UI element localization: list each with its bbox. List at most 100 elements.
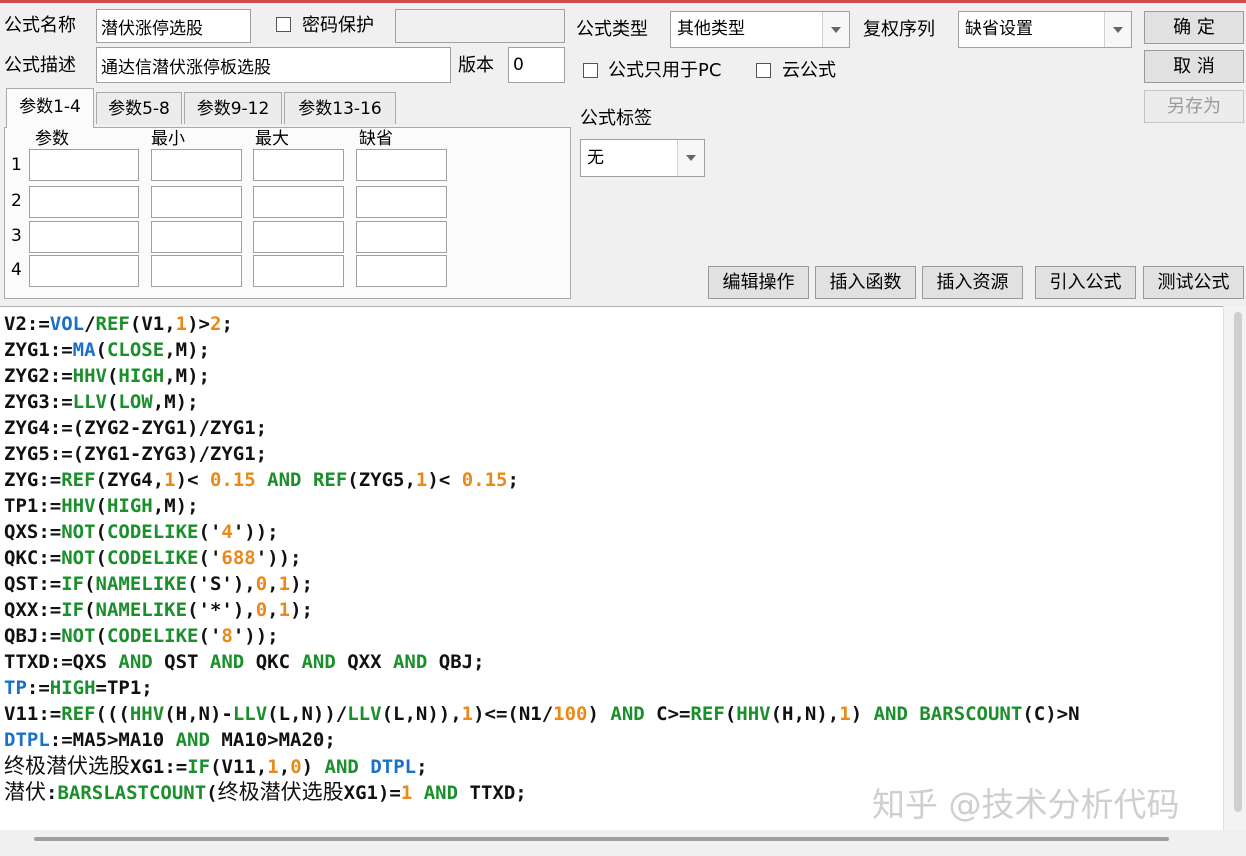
- tab-params-9-12[interactable]: 参数9-12: [184, 92, 282, 124]
- formula-desc-input[interactable]: [96, 47, 451, 83]
- code-token: AND: [118, 651, 153, 673]
- code-token: (V11,: [210, 756, 268, 778]
- chevron-down-icon[interactable]: [677, 140, 704, 176]
- code-line[interactable]: QBJ:=NOT(CODELIKE('8'));: [4, 623, 1080, 649]
- param-2-default[interactable]: [356, 186, 447, 218]
- param-3-name[interactable]: [29, 221, 139, 253]
- code-line[interactable]: 终极潜伏选股XG1:=IF(V11,1,0) AND DTPL;: [4, 753, 1080, 779]
- param-4-min[interactable]: [151, 255, 242, 287]
- code-line[interactable]: ZYG3:=LLV(LOW,M);: [4, 389, 1080, 415]
- code-line[interactable]: DTPL:=MA5>MA10 AND MA10>MA20;: [4, 727, 1080, 753]
- code-line[interactable]: QKC:=NOT(CODELIKE('688'));: [4, 545, 1080, 571]
- param-3-max[interactable]: [253, 221, 344, 253]
- code-token: HHV: [129, 703, 165, 725]
- code-line[interactable]: TP:=HIGH=TP1;: [4, 675, 1080, 701]
- formula-tag-select[interactable]: 无: [580, 139, 705, 177]
- code-token: AND: [392, 651, 428, 673]
- insert-function-button[interactable]: 插入函数: [815, 266, 916, 299]
- code-token: QBJ:=: [4, 625, 62, 647]
- code-line[interactable]: ZYG2:=HHV(HIGH,M);: [4, 363, 1080, 389]
- code-token: HIGH: [49, 677, 96, 699]
- code-line[interactable]: ZYG1:=MA(CLOSE,M);: [4, 337, 1080, 363]
- code-token: ,: [267, 599, 279, 621]
- param-1-default[interactable]: [356, 149, 447, 181]
- code-token: V2:=: [4, 313, 50, 335]
- cancel-button[interactable]: 取 消: [1144, 50, 1244, 83]
- param-2-name[interactable]: [29, 186, 139, 218]
- code-token: (((: [95, 703, 130, 725]
- code-line[interactable]: TP1:=HHV(HIGH,M);: [4, 493, 1080, 519]
- password-input[interactable]: [395, 9, 565, 43]
- chevron-down-icon[interactable]: [822, 12, 849, 47]
- version-input[interactable]: [508, 47, 565, 83]
- password-protect-checkbox[interactable]: [276, 17, 291, 32]
- tab-params-5-8[interactable]: 参数5-8: [96, 92, 182, 124]
- code-token: REF: [95, 313, 130, 335]
- code-token: AND: [873, 703, 908, 725]
- chevron-down-icon[interactable]: [1104, 12, 1131, 47]
- code-token: 0: [290, 756, 302, 778]
- code-token: AND: [423, 782, 459, 804]
- param-row-number: 3: [11, 226, 22, 246]
- formula-type-select[interactable]: 其他类型: [670, 11, 850, 48]
- formula-name-input[interactable]: [96, 9, 251, 43]
- code-token: XG1)=: [343, 782, 401, 804]
- tab-params-13-16[interactable]: 参数13-16: [284, 92, 396, 124]
- code-token: ,M);: [164, 365, 210, 387]
- param-1-min[interactable]: [151, 149, 242, 181]
- code-line[interactable]: TTXD:=QXS AND QST AND QKC AND QXX AND QB…: [4, 649, 1080, 675]
- code-token: CLOSE: [106, 339, 165, 361]
- code-line[interactable]: ZYG4:=(ZYG2-ZYG1)/ZYG1;: [4, 415, 1080, 441]
- param-2-max[interactable]: [253, 186, 344, 218]
- param-4-max[interactable]: [253, 255, 344, 287]
- code-line[interactable]: ZYG5:=(ZYG1-ZYG3)/ZYG1;: [4, 441, 1080, 467]
- code-token: );: [290, 573, 313, 595]
- horizontal-scrollbar-thumb[interactable]: [34, 837, 1169, 841]
- code-token: (: [95, 495, 107, 517]
- code-token: 0: [255, 573, 268, 595]
- code-token: ): [587, 703, 611, 725]
- vertical-scrollbar-thumb[interactable]: [1234, 312, 1242, 812]
- cloud-formula-checkbox[interactable]: [756, 63, 771, 78]
- code-token: REF: [61, 469, 96, 491]
- formula-code-editor[interactable]: V2:=VOL/REF(V1,1)>2; ZYG1:=MA(CLOSE,M); ZY…: [0, 306, 1246, 834]
- test-formula-button[interactable]: 测试公式: [1143, 266, 1244, 299]
- code-token: DTPL: [4, 729, 50, 751]
- param-4-name[interactable]: [29, 255, 139, 287]
- code-token: (ZYG5,: [347, 469, 416, 491]
- code-token: :=MA5>MA10: [49, 729, 176, 751]
- param-1-name[interactable]: [29, 149, 139, 181]
- import-formula-button[interactable]: 引入公式: [1035, 266, 1136, 299]
- code-token: 终极潜伏选股: [4, 754, 130, 778]
- code-token: REF: [61, 703, 96, 725]
- code-token: LLV: [232, 703, 268, 725]
- code-line[interactable]: ZYG:=REF(ZYG4,1)< 0.15 AND REF(ZYG5,1)< …: [4, 467, 1080, 493]
- param-4-default[interactable]: [356, 255, 447, 287]
- tab-params-1-4[interactable]: 参数1-4: [6, 88, 94, 128]
- code-line[interactable]: QXS:=NOT(CODELIKE('4'));: [4, 519, 1080, 545]
- code-token: 8: [221, 625, 233, 647]
- horizontal-scrollbar[interactable]: [0, 830, 1246, 856]
- code-token: 1: [278, 573, 291, 595]
- code-token: =TP1;: [95, 677, 153, 699]
- code-line[interactable]: V2:=VOL/REF(V1,1)>2;: [4, 311, 1080, 337]
- rights-sequence-select[interactable]: 缺省设置: [958, 11, 1132, 48]
- confirm-button[interactable]: 确 定: [1144, 11, 1244, 44]
- save-as-button[interactable]: 另存为: [1144, 90, 1244, 123]
- code-token: 2: [209, 313, 222, 335]
- edit-operations-button[interactable]: 编辑操作: [708, 266, 809, 299]
- param-3-min[interactable]: [151, 221, 242, 253]
- code-token: )<: [175, 469, 210, 491]
- code-token: HIGH: [106, 495, 153, 517]
- code-line[interactable]: QXX:=IF(NAMELIKE('*'),0,1);: [4, 597, 1080, 623]
- code-text[interactable]: V2:=VOL/REF(V1,1)>2; ZYG1:=MA(CLOSE,M); ZY…: [4, 311, 1080, 805]
- code-line[interactable]: V11:=REF(((HHV(H,N)-LLV(L,N))/LLV(L,N)),…: [4, 701, 1080, 727]
- pc-only-checkbox[interactable]: [583, 63, 598, 78]
- param-3-default[interactable]: [356, 221, 447, 253]
- param-1-max[interactable]: [253, 149, 344, 181]
- code-token: C>=: [644, 703, 691, 725]
- insert-resource-button[interactable]: 插入资源: [922, 266, 1023, 299]
- param-2-min[interactable]: [151, 186, 242, 218]
- code-line[interactable]: QST:=IF(NAMELIKE('S'),0,1);: [4, 571, 1080, 597]
- code-token: (: [95, 547, 107, 569]
